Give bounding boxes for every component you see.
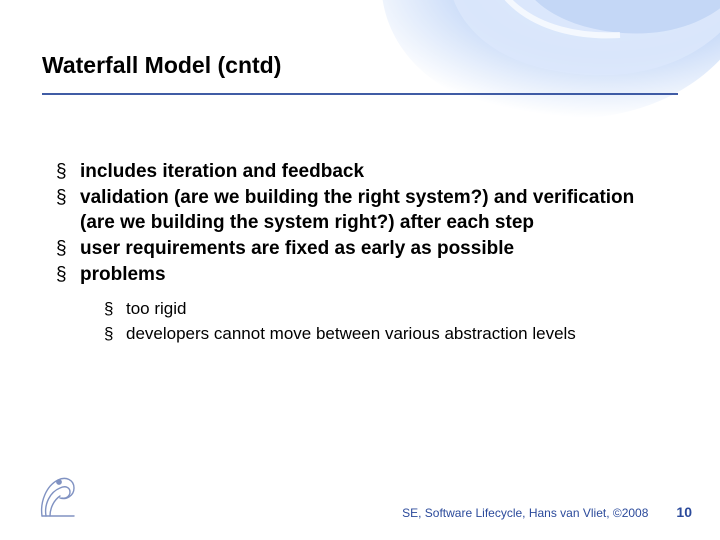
bullet-list: includes iteration and feedback validati… — [56, 160, 672, 345]
bullet-text: problems — [80, 264, 166, 285]
title-underline — [42, 93, 678, 95]
sub-bullet-item: developers cannot move between various a… — [104, 323, 672, 346]
bullet-text: includes iteration and feedback — [80, 161, 364, 182]
bullet-text: validation (are we building the right sy… — [80, 187, 634, 232]
sub-bullet-text: too rigid — [126, 299, 186, 318]
bullet-item: validation (are we building the right sy… — [56, 186, 672, 235]
publisher-logo-icon — [36, 472, 78, 520]
bullet-text: user requirements are fixed as early as … — [80, 238, 514, 259]
bullet-item: includes iteration and feedback — [56, 160, 672, 184]
bullet-item: problems too rigid developers cannot mov… — [56, 263, 672, 345]
page-number: 10 — [676, 504, 692, 520]
footer-text: SE, Software Lifecycle, Hans van Vliet, … — [402, 506, 648, 520]
slide-title: Waterfall Model (cntd) — [42, 52, 678, 79]
content-area: includes iteration and feedback validati… — [56, 160, 672, 347]
sub-bullet-item: too rigid — [104, 298, 672, 321]
bullet-item: user requirements are fixed as early as … — [56, 237, 672, 261]
sub-bullet-text: developers cannot move between various a… — [126, 324, 576, 343]
sub-bullet-list: too rigid developers cannot move between… — [104, 298, 672, 346]
